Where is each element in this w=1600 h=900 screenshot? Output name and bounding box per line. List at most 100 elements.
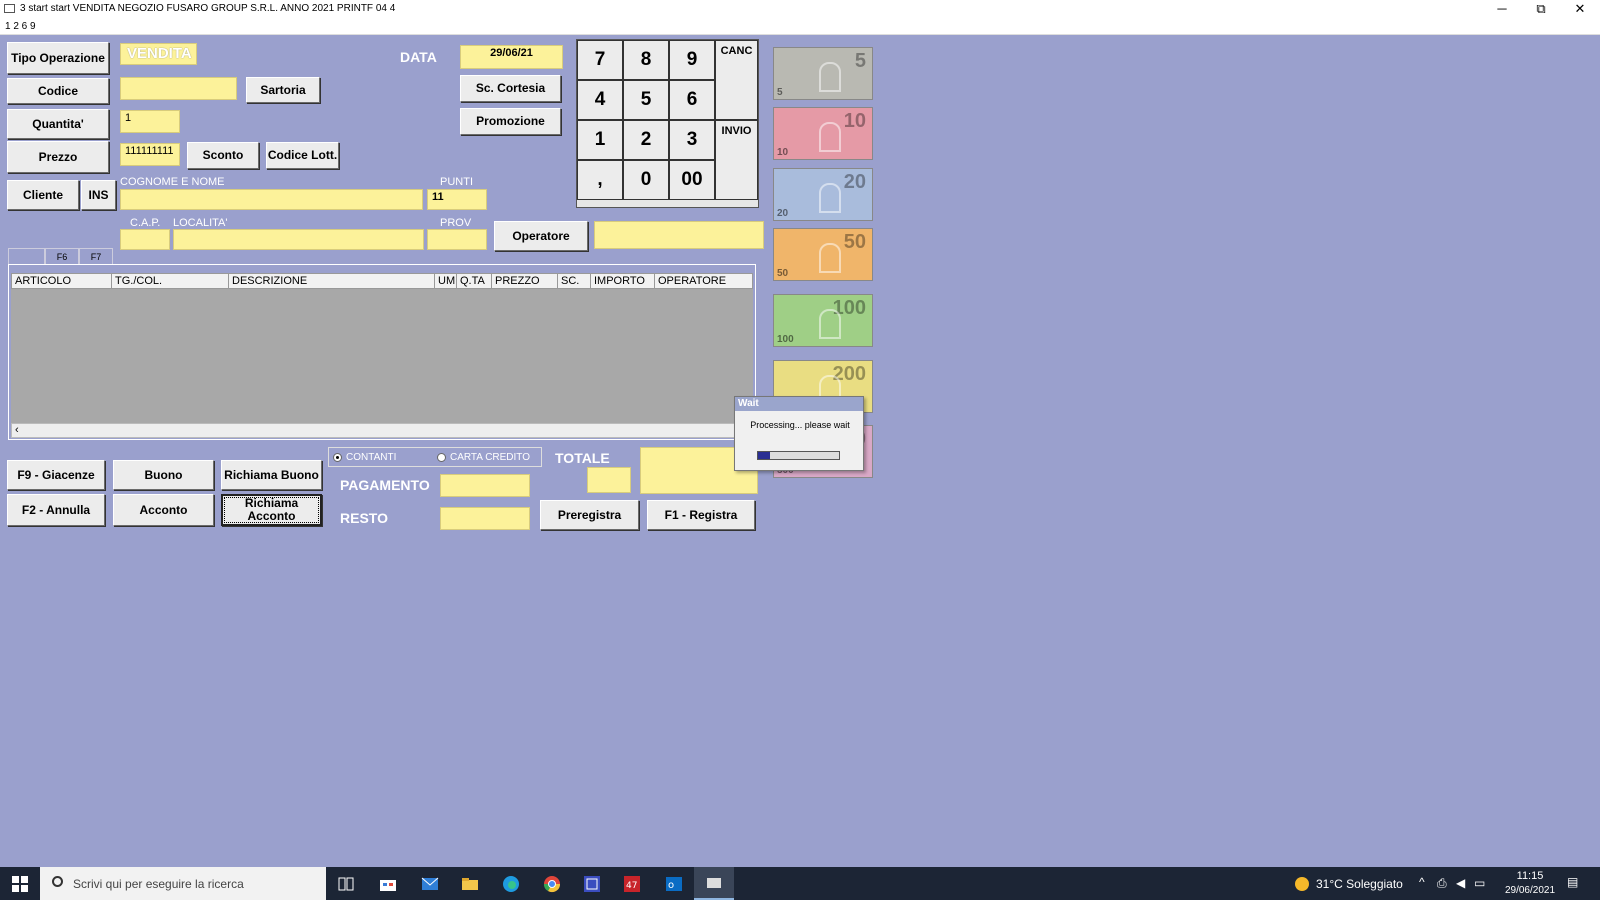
clock-date[interactable]: 29/06/2021 [1502, 885, 1558, 896]
calculator-app-icon[interactable] [572, 867, 612, 900]
start-button[interactable] [0, 867, 40, 900]
quantita-button[interactable]: Quantita' [7, 109, 109, 139]
contanti-label[interactable]: CONTANTI [346, 452, 396, 463]
restore-button[interactable]: ⧉ [1521, 0, 1561, 19]
key-8[interactable]: 8 [623, 40, 669, 80]
column-header[interactable]: ARTICOLO [12, 274, 112, 288]
localita-field[interactable] [173, 229, 424, 250]
cap-field[interactable] [120, 229, 170, 250]
network-icon[interactable]: ▭ [1474, 876, 1485, 890]
carta-credito-label[interactable]: CARTA CREDITO [450, 452, 530, 463]
app-icon [4, 4, 15, 13]
key-4[interactable]: 4 [577, 80, 623, 120]
sun-icon [1295, 877, 1309, 891]
contanti-radio[interactable] [333, 453, 342, 462]
key-00[interactable]: 00 [669, 160, 715, 200]
key-7[interactable]: 7 [577, 40, 623, 80]
banknote-corner-value: 50 [777, 268, 789, 279]
f1-registra-button[interactable]: F1 - Registra [647, 500, 755, 530]
banknote-10[interactable]: 10 10 [773, 107, 873, 160]
tab-main[interactable] [8, 248, 45, 265]
key-invio[interactable]: INVIO [715, 120, 758, 200]
key-9[interactable]: 9 [669, 40, 715, 80]
column-header[interactable]: IMPORTO [591, 274, 655, 288]
banknote-5[interactable]: 55 [773, 47, 873, 100]
app-red-icon[interactable]: 47 [612, 867, 652, 900]
column-header[interactable]: PREZZO [492, 274, 558, 288]
key-6[interactable]: 6 [669, 80, 715, 120]
totale-label: TOTALE [555, 450, 610, 466]
localita-label: LOCALITA' [173, 217, 228, 229]
grid-body[interactable] [11, 289, 753, 423]
minimize-button[interactable]: ─ [1482, 0, 1522, 19]
punti-field[interactable]: 11 [427, 189, 487, 210]
column-header[interactable]: SC. [558, 274, 591, 288]
resto-field [440, 507, 530, 530]
column-header[interactable]: Q.TA [457, 274, 492, 288]
prezzo-field[interactable]: 111111111 [120, 143, 180, 166]
cognome-nome-field[interactable] [120, 189, 423, 210]
store-icon[interactable] [368, 867, 408, 900]
clock-time[interactable]: 11:15 [1502, 870, 1558, 882]
quantita-field[interactable]: 1 [120, 110, 180, 133]
key-canc[interactable]: CANC [715, 40, 758, 120]
speaker-icon[interactable]: ◀ [1456, 876, 1465, 890]
key-2[interactable]: 2 [623, 120, 669, 160]
chrome-icon[interactable] [532, 867, 572, 900]
notifications-icon[interactable]: ▤ [1567, 875, 1578, 889]
column-header[interactable]: DESCRIZIONE [229, 274, 435, 288]
meet-now-icon[interactable]: ⎙ [1437, 876, 1447, 891]
prov-field[interactable] [427, 229, 487, 250]
acconto-button[interactable]: Acconto [113, 494, 214, 526]
column-header[interactable]: UM [435, 274, 457, 288]
codice-button[interactable]: Codice [7, 78, 109, 104]
ins-button[interactable]: INS [81, 180, 116, 210]
cliente-button[interactable]: Cliente [7, 180, 79, 210]
key-3[interactable]: 3 [669, 120, 715, 160]
key-1[interactable]: 1 [577, 120, 623, 160]
codice-lott-button[interactable]: Codice Lott. [266, 142, 339, 169]
f9-giacenze-button[interactable]: F9 - Giacenze [7, 460, 105, 490]
operatore-button[interactable]: Operatore [494, 221, 588, 251]
punti-label: PUNTI [440, 176, 473, 188]
banknote-100[interactable]: 100 100 [773, 294, 873, 347]
taskbar-search[interactable]: Scrivi qui per eseguire la ricerca [40, 867, 326, 900]
column-header[interactable]: TG./COL. [112, 274, 229, 288]
chevron-up-icon[interactable]: ^ [1419, 875, 1425, 889]
mail-icon[interactable] [410, 867, 450, 900]
outlook-icon[interactable]: o [654, 867, 694, 900]
tipo-operazione-button[interactable]: Tipo Operazione [7, 42, 109, 74]
tab-f7[interactable]: F7 [79, 248, 113, 265]
data-field[interactable]: 29/06/21 [460, 45, 563, 69]
file-explorer-icon[interactable] [450, 867, 490, 900]
carta-credito-radio[interactable] [437, 453, 446, 462]
promozione-button[interactable]: Promozione [460, 108, 561, 135]
buono-button[interactable]: Buono [113, 460, 214, 490]
pos-app-icon[interactable] [694, 867, 734, 900]
close-button[interactable]: ✕ [1560, 0, 1600, 19]
column-header[interactable]: OPERATORE [655, 274, 752, 288]
banknote-20[interactable]: 20 20 [773, 168, 873, 221]
key-comma[interactable]: , [577, 160, 623, 200]
prezzo-button[interactable]: Prezzo [7, 141, 109, 173]
richiama-buono-button[interactable]: Richiama Buono [221, 460, 322, 490]
codice-field[interactable] [120, 77, 237, 100]
horizontal-scrollbar[interactable]: ‹ [11, 423, 753, 438]
key-0[interactable]: 0 [623, 160, 669, 200]
operatore-field[interactable] [594, 221, 764, 249]
tab-f6[interactable]: F6 [45, 248, 79, 265]
preregistra-button[interactable]: Preregistra [540, 500, 639, 530]
task-view-icon[interactable] [326, 867, 366, 900]
f2-annulla-button[interactable]: F2 - Annulla [7, 494, 105, 526]
richiama-acconto-button[interactable]: Richiama Acconto [221, 494, 322, 526]
scroll-left-icon[interactable]: ‹ [15, 424, 19, 436]
sc-cortesia-button[interactable]: Sc. Cortesia [460, 75, 561, 102]
menu-text[interactable]: 1 2 6 9 [5, 21, 36, 32]
weather-text[interactable]: 31°C Soleggiato [1316, 877, 1403, 891]
sartoria-button[interactable]: Sartoria [246, 77, 320, 103]
sconto-button[interactable]: Sconto [187, 142, 259, 169]
key-5[interactable]: 5 [623, 80, 669, 120]
banknote-50[interactable]: 50 50 [773, 228, 873, 281]
edge-icon[interactable] [491, 867, 531, 900]
pagamento-field[interactable] [440, 474, 530, 497]
